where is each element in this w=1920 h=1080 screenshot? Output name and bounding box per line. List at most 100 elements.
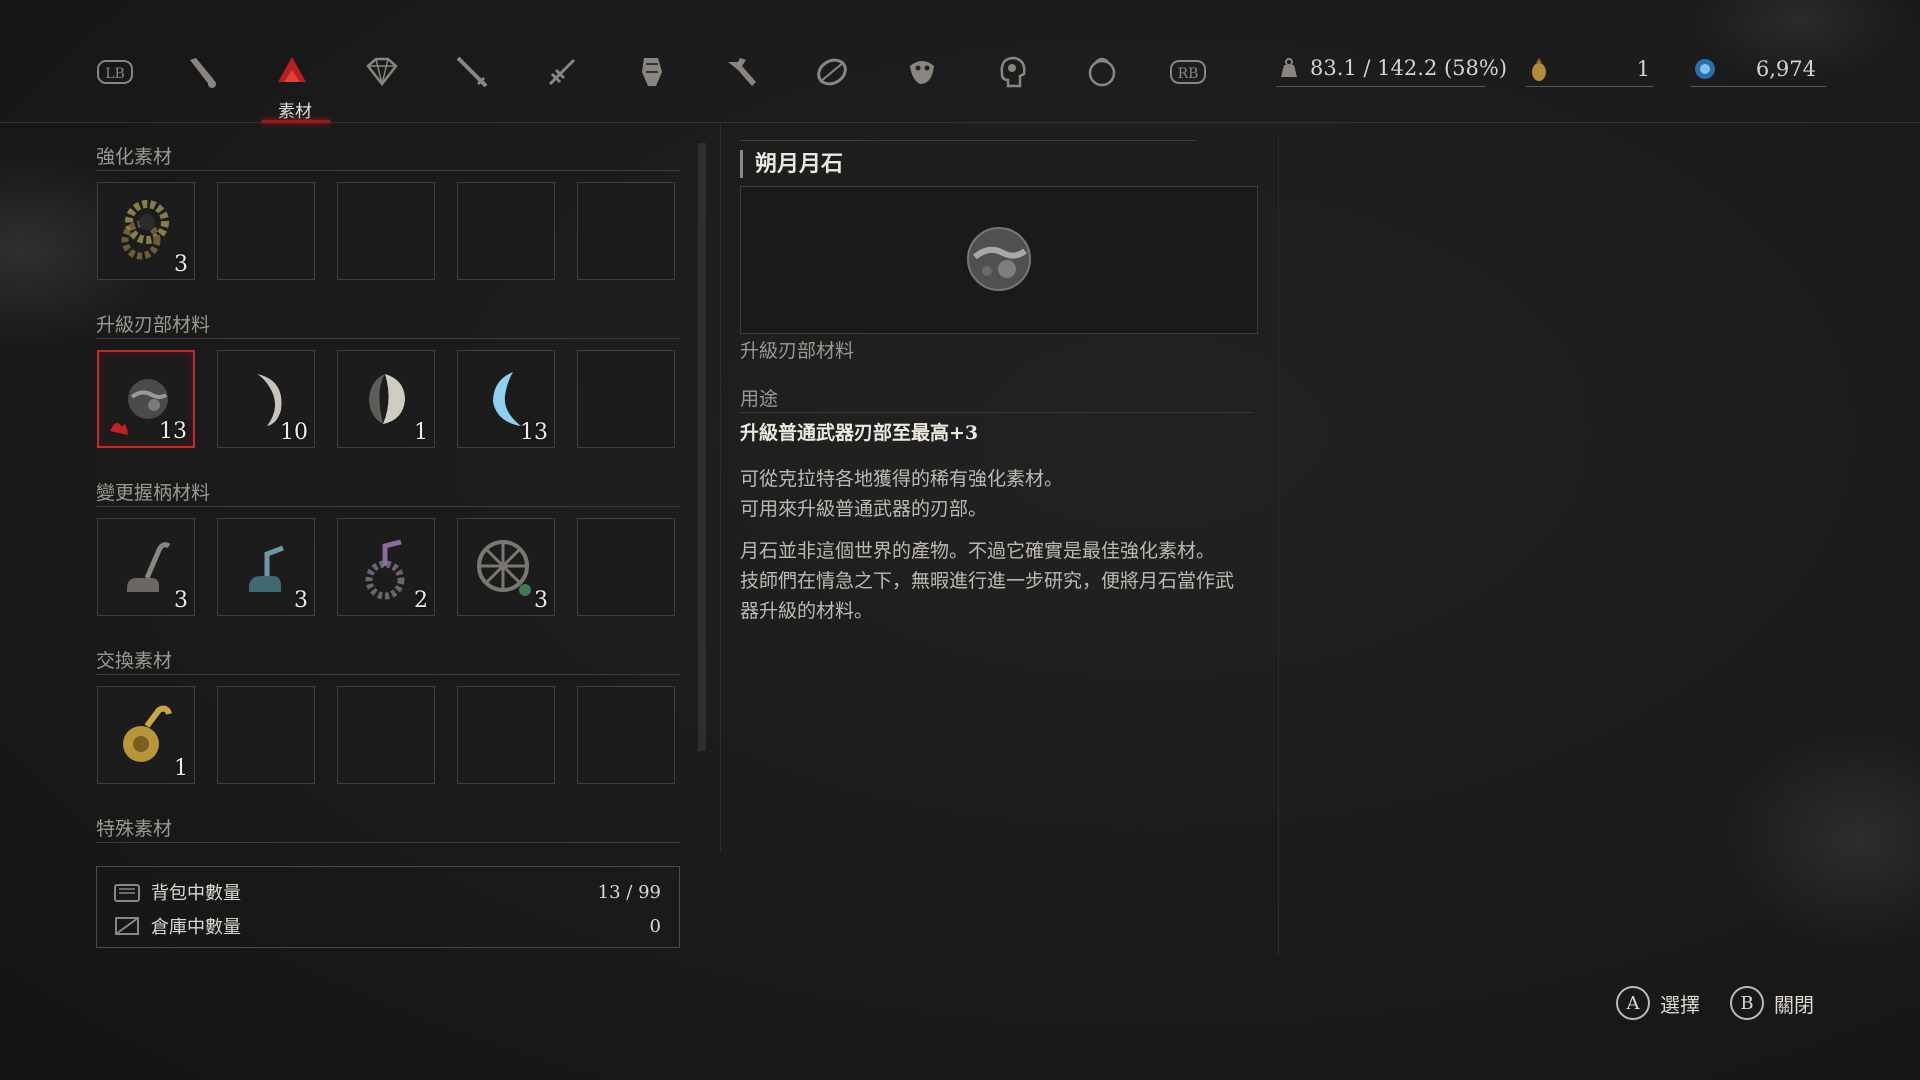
item-quantity: 3 — [294, 588, 308, 613]
ergo-value: 6,974 — [1755, 57, 1816, 81]
tools-tab-icon[interactable] — [712, 52, 772, 102]
empty-slot[interactable] — [217, 182, 315, 280]
empty-slot[interactable] — [217, 686, 315, 784]
bag-icon — [114, 884, 140, 902]
item-lore-line: 技師們在情急之下，無暇進行進一步研究，便將月石當作武 — [740, 570, 1235, 592]
usage-divider — [740, 412, 1252, 413]
mask-tab-icon[interactable] — [892, 52, 952, 102]
lb-bumper-icon[interactable]: LB — [85, 52, 145, 102]
empty-slot[interactable] — [577, 686, 675, 784]
consumables-tab-icon[interactable] — [172, 52, 232, 102]
storage-count-value: 0 — [649, 915, 661, 937]
item-lore-line: 月石並非這個世界的產物。不過它確實是最佳強化素材。 — [740, 540, 1216, 562]
weight-display: 83.1 / 142.2 (58%) — [1278, 56, 1507, 80]
weight-underline — [1276, 86, 1486, 87]
empty-slot[interactable] — [577, 182, 675, 280]
item-slot[interactable]: 1 — [97, 686, 195, 784]
item-quantity: 13 — [159, 419, 187, 444]
a-button-icon: A — [1616, 986, 1650, 1020]
category-title: 升級刃部材料 — [96, 314, 211, 336]
rb-bumper-icon[interactable]: RB — [1158, 52, 1218, 102]
category-title: 特殊素材 — [96, 818, 173, 840]
disc-tab-icon[interactable] — [802, 52, 862, 102]
armor-tab-icon[interactable] — [622, 52, 682, 102]
empty-slot[interactable] — [457, 182, 555, 280]
category-divider — [96, 338, 680, 339]
detail-separator — [1278, 135, 1279, 955]
svg-text:LB: LB — [105, 66, 125, 82]
category-divider — [96, 842, 680, 843]
item-quantity: 2 — [414, 588, 428, 613]
item-slot[interactable]: 3 — [457, 518, 555, 616]
panel-separator — [720, 122, 721, 852]
gold-underline — [1526, 86, 1654, 87]
item-category: 升級刃部材料 — [740, 340, 855, 362]
storage-count-row: 倉庫中數量 0 — [113, 911, 661, 941]
category-title: 交換素材 — [96, 650, 173, 672]
close-hint[interactable]: B 關閉 — [1730, 986, 1814, 1020]
item-slot[interactable]: 3 — [97, 518, 195, 616]
gold-coin-display: 1 — [1528, 56, 1650, 82]
usage-header: 用途 — [740, 388, 779, 410]
category-divider — [96, 506, 680, 507]
empty-slot[interactable] — [577, 518, 675, 616]
top-menu-bar: LB RB 素材 83.1 / 142.2 (58%) 1 6,974 — [0, 0, 1920, 123]
bag-count-value: 13 / 99 — [597, 881, 661, 903]
item-slot[interactable]: 13 — [457, 350, 555, 448]
empty-slot[interactable] — [337, 686, 435, 784]
item-quantity: 13 — [520, 420, 548, 445]
svg-text:RB: RB — [1178, 66, 1199, 82]
new-moonstone-large-icon — [967, 227, 1031, 291]
item-quantity: 10 — [280, 420, 308, 445]
item-preview — [740, 186, 1258, 334]
item-quantity: 3 — [534, 588, 548, 613]
category-divider — [96, 674, 680, 675]
b-button-icon: B — [1730, 986, 1764, 1020]
item-name: 朔月月石 — [740, 150, 843, 178]
weight-value: 83.1 / 142.2 (58%) — [1310, 56, 1508, 80]
empty-slot[interactable] — [337, 182, 435, 280]
ergo-underline — [1690, 86, 1826, 87]
active-tab-label: 素材 — [278, 102, 312, 122]
head-tab-icon[interactable] — [982, 52, 1042, 102]
category-divider — [96, 170, 680, 171]
item-usage: 升級普通武器刃部至最高+3 — [740, 422, 979, 444]
gold-coin-value: 1 — [1636, 57, 1650, 81]
item-slot[interactable]: 3 — [97, 182, 195, 280]
inventory-scrollbar[interactable] — [698, 143, 706, 751]
item-slot[interactable]: 1 — [337, 350, 435, 448]
detail-title-line — [740, 140, 1196, 141]
weight-icon — [1281, 58, 1297, 77]
special-tab-icon[interactable] — [1072, 52, 1132, 102]
item-quantity: 1 — [174, 756, 188, 781]
bag-count-label: 背包中數量 — [151, 883, 241, 904]
category-title: 變更握柄材料 — [96, 482, 211, 504]
select-label: 選擇 — [1660, 992, 1700, 1017]
empty-slot[interactable] — [577, 350, 675, 448]
storage-icon — [115, 917, 139, 935]
item-count-panel: 背包中數量 13 / 99 倉庫中數量 0 — [96, 866, 680, 948]
item-quantity: 3 — [174, 588, 188, 613]
item-quantity: 1 — [414, 420, 428, 445]
storage-count-label: 倉庫中數量 — [151, 917, 241, 938]
ergo-display: 6,974 — [1692, 56, 1816, 82]
close-label: 關閉 — [1774, 992, 1814, 1017]
item-quantity: 3 — [174, 252, 188, 277]
amulet-tab-icon[interactable] — [352, 52, 412, 102]
item-slot[interactable]: 10 — [217, 350, 315, 448]
item-description-line: 可用來升級普通武器的刃部。 — [740, 498, 988, 520]
item-lore-line: 器升級的材料。 — [740, 600, 874, 622]
legion-arm-tab-icon[interactable] — [532, 52, 592, 102]
category-title: 強化素材 — [96, 146, 173, 168]
materials-tab-icon[interactable] — [262, 52, 322, 102]
ergo-icon — [1695, 59, 1715, 79]
item-slot-selected[interactable]: 13 — [97, 350, 195, 448]
item-description-line: 可從克拉特各地獲得的稀有強化素材。 — [740, 468, 1064, 490]
empty-slot[interactable] — [457, 686, 555, 784]
weapon-tab-icon[interactable] — [442, 52, 502, 102]
item-slot[interactable]: 2 — [337, 518, 435, 616]
item-slot[interactable]: 3 — [217, 518, 315, 616]
bag-count-row: 背包中數量 13 / 99 — [113, 877, 661, 907]
gold-coin-icon — [1532, 58, 1546, 81]
select-hint[interactable]: A 選擇 — [1616, 986, 1700, 1020]
